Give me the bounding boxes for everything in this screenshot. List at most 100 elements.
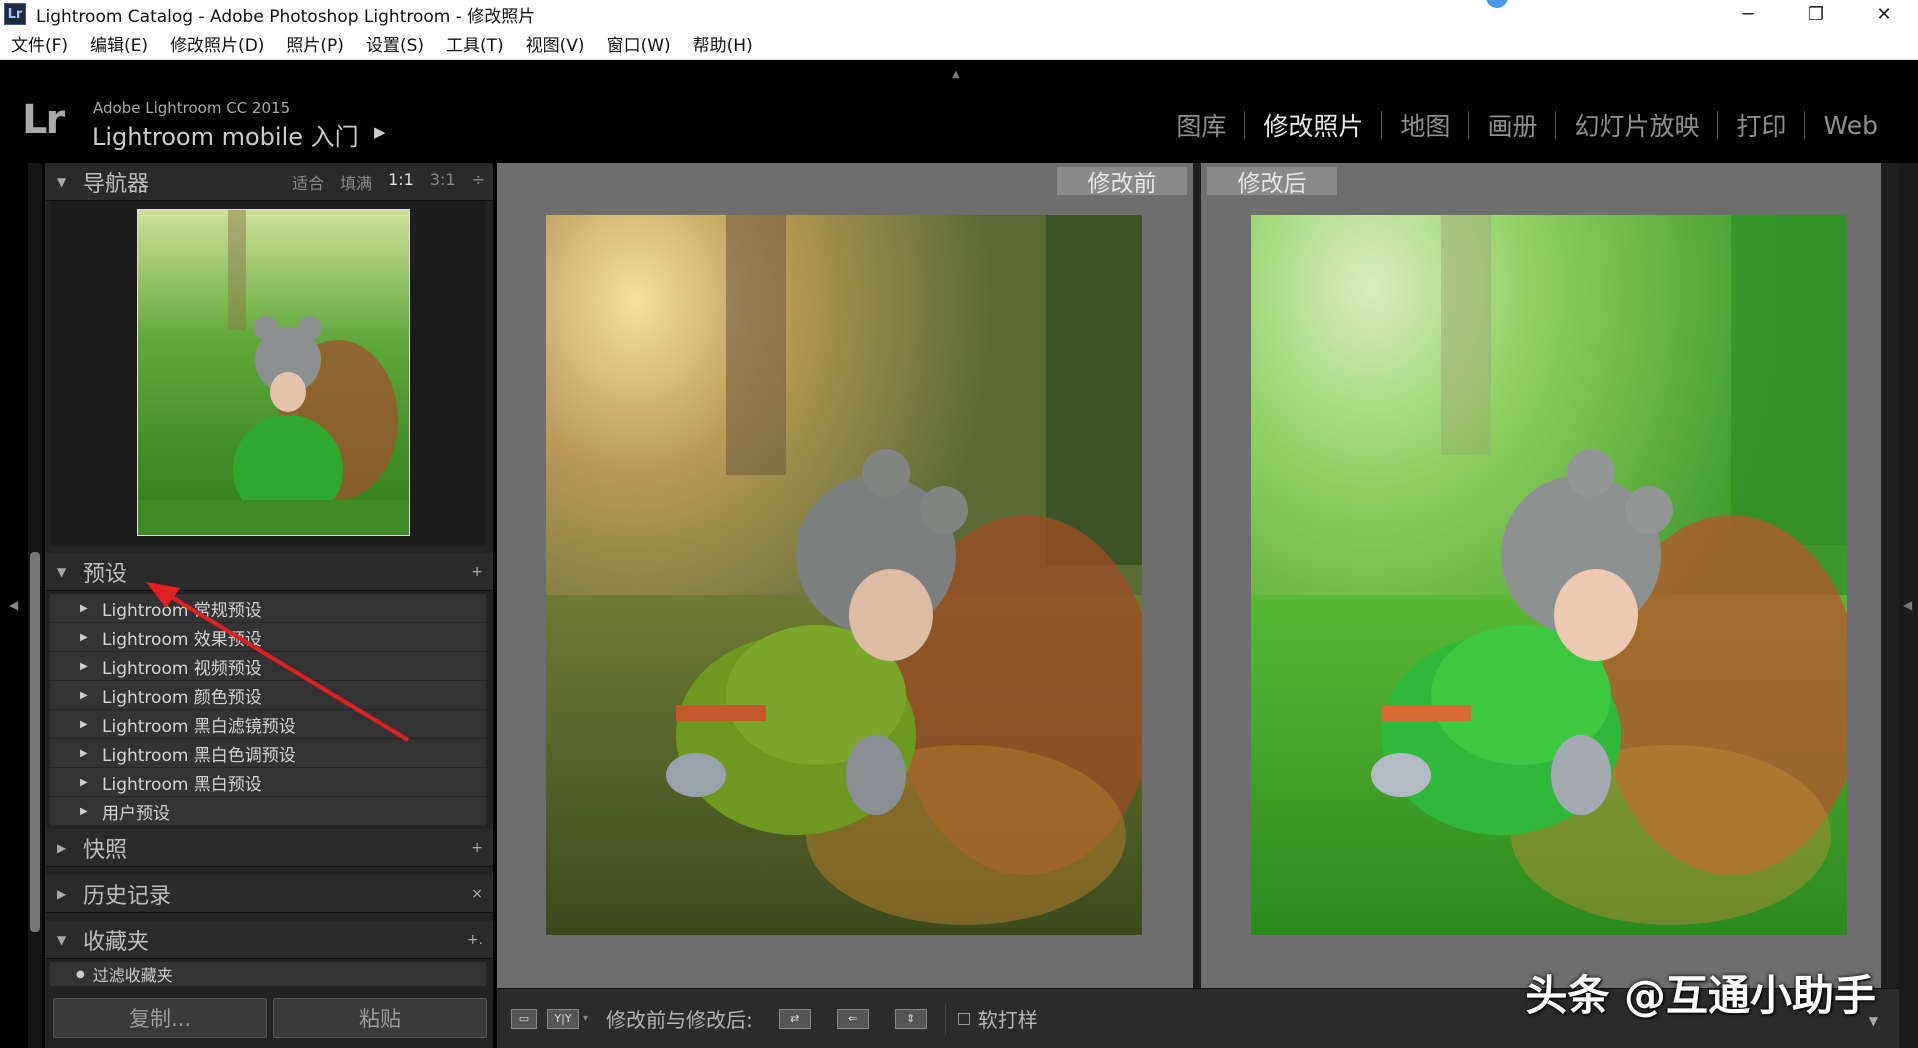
collapse-top-panel-icon[interactable]: ▲ — [952, 69, 960, 80]
presets-title: 预设 — [83, 561, 128, 587]
before-image — [546, 215, 1142, 935]
preset-folder[interactable]: ▶ Lightroom 常规预设 — [50, 594, 486, 623]
folder-triangle-icon: ▶ — [80, 660, 88, 672]
expand-triangle-icon: ▼ — [57, 564, 67, 579]
identity-product: Adobe Lightroom CC 2015 — [93, 99, 291, 117]
module-map[interactable]: 地图 — [1382, 107, 1468, 143]
navigator-title: 导航器 — [83, 171, 150, 197]
module-book[interactable]: 画册 — [1469, 107, 1555, 143]
left-arrow-icon: ◀ — [9, 598, 19, 612]
menu-view[interactable]: 视图(V) — [526, 31, 585, 56]
menu-settings[interactable]: 设置(S) — [366, 31, 424, 56]
collection-filter-label: 过滤收藏夹 — [92, 966, 173, 985]
zoom-1-1[interactable]: 1:1 — [388, 170, 414, 194]
collapsed-triangle-icon: ▶ — [57, 840, 67, 855]
history-header[interactable]: ▶ 历史记录 × — [45, 875, 493, 913]
preset-folder-label: Lightroom 黑白预设 — [102, 774, 262, 795]
preset-folder-label: Lightroom 视频预设 — [102, 658, 262, 679]
preset-folder[interactable]: ▶ Lightroom 黑白预设 — [50, 768, 486, 797]
preset-folder[interactable]: ▶ 用户预设 — [50, 797, 486, 826]
menu-photo[interactable]: 照片(P) — [286, 31, 344, 56]
title-bar: Lr Lightroom Catalog - Adobe Photoshop L… — [0, 0, 1918, 28]
left-panel-toggle[interactable]: ◀ — [0, 163, 26, 1048]
preset-folder-label: 用户预设 — [102, 803, 170, 824]
presets-header[interactable]: ▼ 预设 + — [45, 553, 493, 591]
minimize-button[interactable]: ─ — [1714, 0, 1782, 28]
expand-triangle-icon: ▼ — [57, 932, 67, 947]
identity-bar: ▲ Lr Adobe Lightroom CC 2015 Lightroom m… — [0, 61, 1918, 163]
menu-bar: 文件(F) 编辑(E) 修改照片(D) 照片(P) 设置(S) 工具(T) 视图… — [0, 28, 1918, 60]
zoom-fit[interactable]: 适合 — [292, 170, 324, 194]
notification-dot — [1486, 0, 1508, 8]
lr-logo: Lr — [22, 97, 65, 143]
preset-folder[interactable]: ▶ Lightroom 黑白色调预设 — [50, 739, 486, 768]
module-web[interactable]: Web — [1805, 111, 1896, 140]
module-print[interactable]: 打印 — [1718, 107, 1804, 143]
left-scrollbar-thumb[interactable] — [30, 552, 40, 932]
zoom-fill[interactable]: 填满 — [340, 170, 372, 194]
folder-triangle-icon: ▶ — [80, 747, 88, 759]
play-arrow-icon[interactable]: ▶ — [374, 123, 386, 141]
folder-triangle-icon: ▶ — [80, 689, 88, 701]
menu-window[interactable]: 窗口(W) — [607, 31, 671, 56]
zoom-more-icon[interactable]: ÷ — [472, 170, 485, 194]
navigator-preview — [50, 201, 486, 546]
preset-list: ▶ Lightroom 常规预设 ▶ Lightroom 效果预设 ▶ Lightro… — [50, 594, 486, 826]
loupe-view-icon[interactable]: ▭ — [511, 1008, 537, 1029]
module-slideshow[interactable]: 幻灯片放映 — [1556, 107, 1717, 143]
before-after-view-icon[interactable]: Y|Y — [547, 1008, 579, 1029]
folder-triangle-icon: ▶ — [80, 602, 88, 614]
module-library[interactable]: 图库 — [1158, 107, 1244, 143]
right-panel-toggle[interactable]: ◀ — [1899, 163, 1918, 1048]
menu-develop[interactable]: 修改照片(D) — [170, 31, 264, 56]
menu-edit[interactable]: 编辑(E) — [90, 31, 148, 56]
navigator-header[interactable]: ▼ 导航器 适合 填满 1:1 3:1 ÷ — [45, 163, 493, 201]
swap-settings-icon[interactable]: ⇄ — [778, 1008, 811, 1029]
navigator-thumbnail[interactable] — [137, 209, 410, 536]
maximize-button[interactable]: ❐ — [1782, 0, 1850, 28]
add-collection-icon[interactable]: +. — [467, 932, 483, 948]
copy-before-to-after-icon[interactable]: ⇕ — [894, 1008, 927, 1029]
preset-folder[interactable]: ▶ Lightroom 黑白滤镜预设 — [50, 710, 486, 739]
before-after-label: 修改前与修改后: — [606, 1008, 753, 1032]
preset-folder[interactable]: ▶ Lightroom 颜色预设 — [50, 681, 486, 710]
before-photo[interactable] — [546, 215, 1142, 935]
view-dropdown-icon[interactable]: ▾ — [583, 1013, 588, 1024]
copy-paste-bar: 复制... 粘贴 — [45, 998, 493, 1048]
preset-folder[interactable]: ▶ Lightroom 视频预设 — [50, 652, 486, 681]
soft-proof-checkbox[interactable] — [957, 1012, 970, 1025]
collections-title: 收藏夹 — [83, 929, 150, 955]
expand-triangle-icon: ▼ — [57, 174, 67, 189]
lightroom-app-icon: Lr — [4, 3, 26, 25]
clear-history-icon[interactable]: × — [471, 886, 483, 902]
soft-proof-label: 软打样 — [977, 1008, 1038, 1032]
add-preset-icon[interactable]: + — [471, 564, 483, 580]
preset-folder[interactable]: ▶ Lightroom 效果预设 — [50, 623, 486, 652]
after-image — [1251, 215, 1847, 935]
close-button[interactable]: ✕ — [1850, 0, 1918, 28]
copy-after-to-before-icon[interactable]: ⇐ — [836, 1008, 869, 1029]
paste-settings-button[interactable]: 粘贴 — [273, 998, 487, 1038]
after-photo[interactable] — [1251, 215, 1847, 935]
zoom-3-1[interactable]: 3:1 — [430, 170, 456, 194]
before-pane[interactable]: 修改前 — [497, 163, 1193, 988]
collections-header[interactable]: ▼ 收藏夹 +. — [45, 921, 493, 959]
module-develop[interactable]: 修改照片 — [1245, 107, 1381, 143]
before-label: 修改前 — [1057, 167, 1187, 197]
menu-tools[interactable]: 工具(T) — [446, 31, 504, 56]
after-pane[interactable]: 修改后 — [1201, 163, 1881, 988]
zoom-options: 适合 填满 1:1 3:1 ÷ — [276, 170, 485, 194]
add-snapshot-icon[interactable]: + — [471, 840, 483, 856]
toolbar-dropdown-icon[interactable]: ▼ — [1869, 1014, 1878, 1028]
thumbnail-image — [138, 210, 409, 535]
menu-help[interactable]: 帮助(H) — [693, 31, 753, 56]
watermark: 头条 @互通小助手 — [1525, 971, 1876, 1020]
identity-mobile-getting-started[interactable]: Lightroom mobile 入门 — [92, 117, 359, 152]
preset-folder-label: Lightroom 颜色预设 — [102, 687, 262, 708]
folder-triangle-icon: ▶ — [80, 718, 88, 730]
snapshots-header[interactable]: ▶ 快照 + — [45, 829, 493, 867]
collection-filter-row[interactable]: ● 过滤收藏夹 — [50, 962, 486, 986]
history-title: 历史记录 — [83, 883, 172, 909]
menu-file[interactable]: 文件(F) — [11, 31, 68, 56]
copy-settings-button[interactable]: 复制... — [53, 998, 267, 1038]
